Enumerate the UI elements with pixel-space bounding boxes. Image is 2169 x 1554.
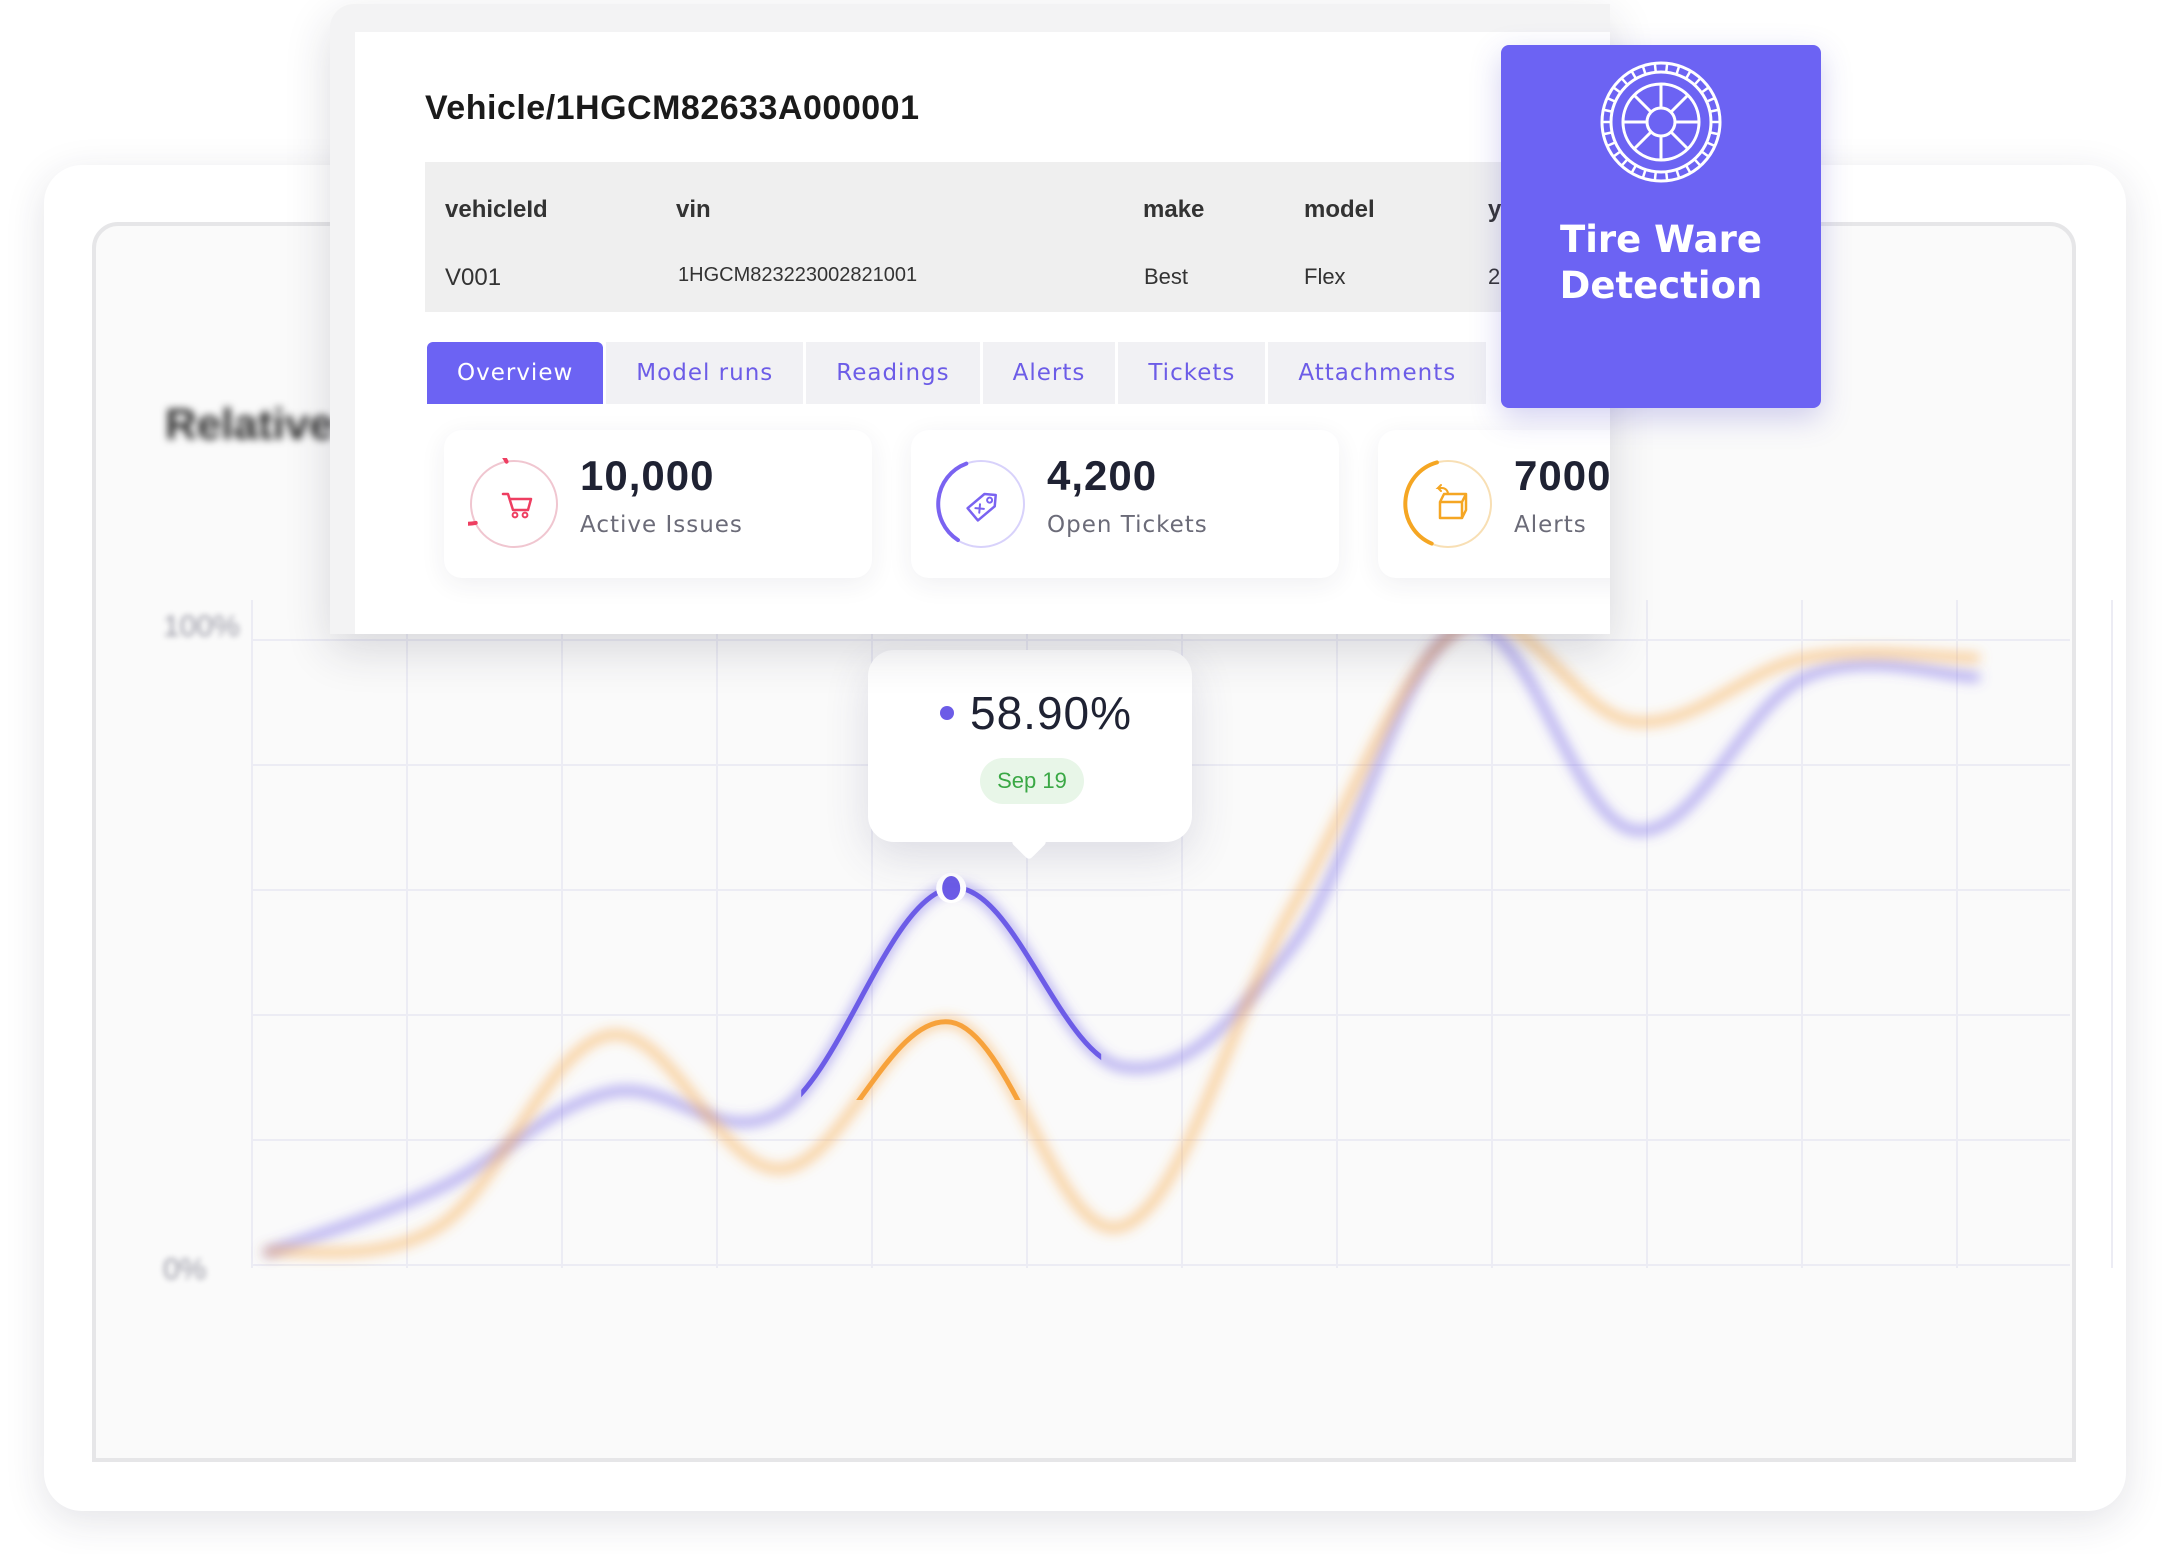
table-cell-vehicleid: V001 bbox=[445, 264, 502, 291]
vehicle-title: Vehicle/1HGCM82633A000001 bbox=[425, 89, 920, 127]
tire-tread-tick bbox=[1706, 96, 1716, 103]
tire-tread-tick bbox=[1630, 70, 1638, 80]
tire-tread-tick bbox=[1620, 158, 1629, 167]
tire-tread-tick bbox=[1664, 171, 1669, 181]
vehicle-panel: Vehicle/1HGCM82633A000001 vehicleId vin … bbox=[355, 32, 1610, 634]
tire-wear-card[interactable]: Tire Ware Detection bbox=[1501, 45, 1821, 408]
tire-tread-tick bbox=[1653, 63, 1658, 73]
tab-attachments[interactable]: Attachments bbox=[1268, 342, 1487, 404]
column-header-model: model bbox=[1304, 196, 1375, 223]
tire-tread-tick bbox=[1693, 158, 1702, 167]
tab-tickets[interactable]: Tickets bbox=[1118, 342, 1266, 404]
tire-tread-tick bbox=[1706, 141, 1716, 148]
table-cell-make: Best bbox=[1144, 264, 1189, 289]
table-cell-year: 2 bbox=[1488, 264, 1501, 289]
tire-tread-tick bbox=[1620, 77, 1629, 86]
stat-value-active-issues: 10,000 bbox=[580, 452, 715, 499]
tire-tread-tick bbox=[1641, 169, 1647, 179]
tab-overview[interactable]: Overview bbox=[427, 342, 604, 404]
vehicle-table: vehicleId vin make model y V001 1HGCM823… bbox=[425, 162, 1610, 312]
tire-tread-tick bbox=[1641, 65, 1647, 75]
stat-label-active-issues: Active Issues bbox=[580, 512, 743, 538]
vehicle-tabs: Overview Model runs Readings Alerts Tick… bbox=[427, 342, 1489, 404]
tire-tread-tick bbox=[1684, 70, 1692, 80]
stat-value-alerts: 7000 bbox=[1514, 452, 1610, 499]
tooltip-series-dot bbox=[940, 706, 954, 720]
tire-tread-tick bbox=[1709, 131, 1719, 136]
tooltip-date-badge: Sep 19 bbox=[980, 758, 1084, 804]
stat-label-open-tickets: Open Tickets bbox=[1047, 512, 1208, 538]
tire-tread-tick bbox=[1606, 141, 1616, 148]
tire-tread-tick bbox=[1675, 65, 1681, 75]
focus-point[interactable] bbox=[942, 875, 961, 900]
stat-value-open-tickets: 4,200 bbox=[1047, 452, 1158, 499]
stat-card-open-tickets[interactable]: 4,200 Open Tickets bbox=[911, 430, 1339, 578]
tire-tread-tick bbox=[1606, 96, 1616, 103]
tire-tread-tick bbox=[1664, 63, 1669, 73]
tire-wear-title-line2: Detection bbox=[1559, 264, 1763, 307]
tire-tread-tick bbox=[1693, 77, 1702, 86]
tire-tread-tick bbox=[1700, 150, 1710, 158]
tab-readings[interactable]: Readings bbox=[806, 342, 980, 404]
tire-tread-tick bbox=[1630, 164, 1638, 174]
stat-card-alerts[interactable]: 7000 Alerts bbox=[1378, 430, 1610, 578]
column-header-year: y bbox=[1488, 196, 1502, 223]
tire-wear-title-line1: Tire Ware bbox=[1560, 218, 1762, 261]
tire-tread-tick bbox=[1603, 108, 1613, 113]
column-header-vehicleid: vehicleId bbox=[445, 196, 548, 223]
column-header-make: make bbox=[1143, 196, 1205, 223]
tab-model-runs[interactable]: Model runs bbox=[606, 342, 804, 404]
box-icon bbox=[1403, 460, 1492, 548]
tire-wheel-icon bbox=[1600, 61, 1722, 183]
cart-icon bbox=[468, 458, 558, 548]
tire-tread-tick bbox=[1653, 171, 1658, 181]
stat-card-active-issues[interactable]: 10,000 Active Issues bbox=[444, 430, 872, 578]
tire-tread-tick bbox=[1612, 150, 1622, 158]
tire-tread-tick bbox=[1709, 108, 1719, 113]
tire-tread-tick bbox=[1675, 169, 1681, 179]
tire-tread-tick bbox=[1603, 131, 1613, 136]
stat-label-alerts: Alerts bbox=[1514, 512, 1587, 538]
tire-tread-tick bbox=[1700, 86, 1710, 94]
table-cell-model: Flex bbox=[1304, 264, 1346, 289]
tooltip-value: 58.90% bbox=[970, 687, 1133, 739]
tag-icon bbox=[936, 460, 1025, 548]
table-cell-vin: 1HGCM823223002821001 bbox=[678, 264, 918, 286]
tire-wear-title: Tire Ware Detection bbox=[1501, 217, 1821, 309]
column-header-vin: vin bbox=[676, 196, 711, 223]
tire-tread-tick bbox=[1612, 86, 1622, 94]
tab-alerts[interactable]: Alerts bbox=[982, 342, 1116, 404]
chart-tooltip: 58.90% Sep 19 bbox=[868, 650, 1192, 842]
tire-tread-tick bbox=[1684, 164, 1692, 174]
